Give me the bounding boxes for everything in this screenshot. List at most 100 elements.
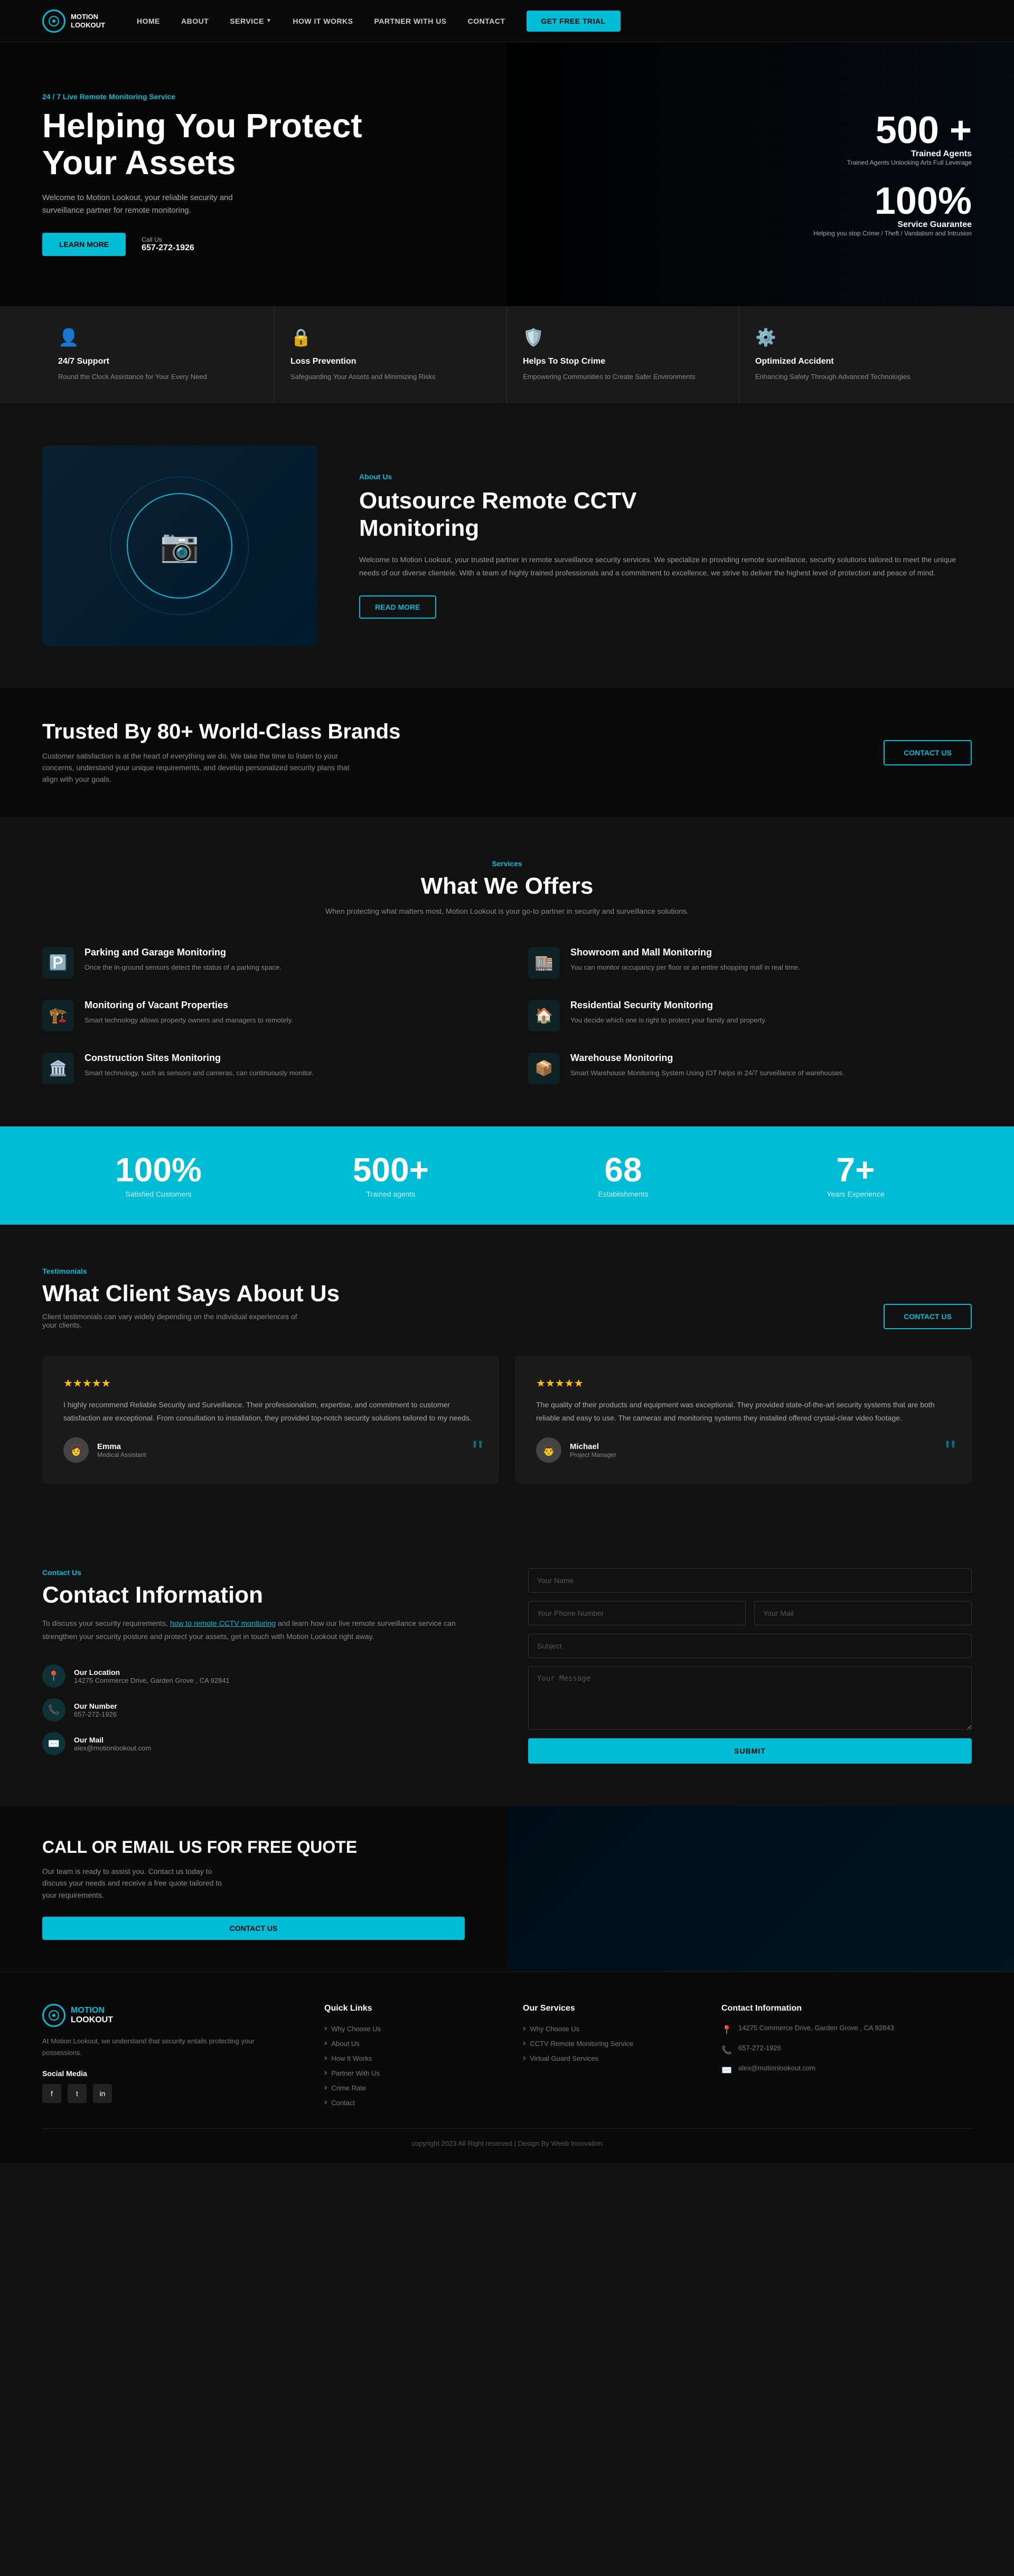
service-title: Monitoring of Vacant Properties [84, 1000, 293, 1011]
facebook-icon[interactable]: f [42, 2084, 61, 2103]
author-name: Michael [570, 1442, 616, 1451]
footer-services: Our Services Why Choose Us CCTV Remote M… [523, 2004, 690, 2107]
author-role: Project Manager [570, 1451, 616, 1459]
read-more-button[interactable]: READ MORE [359, 595, 436, 619]
nav-how-it-works[interactable]: HOW IT WORKS [293, 17, 353, 25]
cta-contact-button[interactable]: CONTACT US [42, 1917, 465, 1940]
service-title: Residential Security Monitoring [570, 1000, 766, 1011]
footer-mail: ✉️ alex@motionlookout.com [721, 2064, 972, 2076]
contact-location: 📍 Our Location 14275 Commerce Drive, Gar… [42, 1664, 486, 1688]
services-tag: Services [42, 859, 972, 868]
social-media-label: Social Media [42, 2069, 293, 2078]
feature-title: Optimized Accident [755, 357, 956, 366]
message-input[interactable] [528, 1666, 972, 1730]
stats-bar: 100% Satisfied Customers 500+ Trained ag… [0, 1126, 1014, 1225]
testimonials-section: Testimonials What Client Says About Us C… [0, 1225, 1014, 1526]
testimonials-title: What Client Says About Us [42, 1281, 340, 1307]
contact-info: Contact Us Contact Information To discus… [42, 1568, 486, 1764]
list-item: How It Works [324, 2053, 491, 2063]
testimonials-header: Testimonials What Client Says About Us C… [42, 1267, 972, 1329]
cctv-link[interactable]: how to remote CCTV monitoring [170, 1619, 276, 1627]
feature-desc: Safeguarding Your Assets and Minimizing … [290, 372, 491, 382]
service-residential: 🏠 Residential Security Monitoring You de… [528, 1000, 972, 1031]
list-item: Contact [324, 2098, 491, 2107]
nav-links: HOME ABOUT SERVICE ▼ HOW IT WORKS PARTNE… [137, 11, 972, 32]
hero-tag: 24 / 7 Live Remote Monitoring Service [42, 92, 412, 101]
contact-phone: 📞 Our Number 657-272-1926 [42, 1698, 486, 1721]
stat-trained: 500+ Trained agents [275, 1153, 507, 1198]
feature-title: Loss Prevention [290, 357, 491, 366]
stars-icon: ★★★★★ [63, 1377, 478, 1390]
phone-input[interactable] [528, 1601, 746, 1625]
contact-tag: Contact Us [42, 1568, 486, 1577]
feature-desc: Enhancing Safety Through Advanced Techno… [755, 372, 956, 382]
parking-icon: 🅿️ [42, 947, 74, 979]
nav-home[interactable]: HOME [137, 17, 160, 25]
testimonials-contact-button[interactable]: CONTACT US [884, 1304, 972, 1329]
contact-mail: ✉️ Our Mail alex@motionlookout.com [42, 1732, 486, 1755]
cta-left: CALL OR EMAIL US FOR FREE QUOTE Our team… [0, 1806, 507, 1972]
showroom-icon: 🏬 [528, 947, 560, 979]
nav-contact[interactable]: CONTACT [468, 17, 505, 25]
footer-logo: MOTION LOOKOUT [42, 2004, 293, 2027]
nav-partner[interactable]: PARTNER WITH US [374, 17, 447, 25]
service-construction: 🏛️ Construction Sites Monitoring Smart t… [42, 1053, 486, 1084]
mail-icon: ✉️ [721, 2065, 732, 2076]
mail-icon: ✉️ [42, 1732, 65, 1755]
stat-trained-agents: 500 + Trained Agents Trained Agents Unlo… [813, 111, 972, 166]
list-item: About Us [324, 2039, 491, 2048]
features-strip: 👤 24/7 Support Round the Clock Assistanc… [0, 306, 1014, 403]
learn-more-button[interactable]: LEARN MORE [42, 233, 126, 256]
name-input[interactable] [528, 1568, 972, 1593]
about-title: Outsource Remote CCTV Monitoring [359, 487, 972, 543]
get-free-trial-button[interactable]: GET FREE TRIAL [527, 11, 621, 32]
footer-contact-items: 📍 14275 Commerce Drive, Garden Grove , C… [721, 2024, 972, 2076]
testimonial-author: 👩 Emma Medical Assistant [63, 1437, 478, 1463]
feature-title: 24/7 Support [58, 357, 258, 366]
footer-logo-icon [42, 2004, 65, 2027]
feature-loss-prevention: 🔒 Loss Prevention Safeguarding Your Asse… [275, 306, 507, 403]
hero-call: Call Us 657-272-1926 [142, 236, 194, 253]
twitter-icon[interactable]: t [68, 2084, 87, 2103]
subject-input[interactable] [528, 1634, 972, 1658]
feature-title: Helps To Stop Crime [523, 357, 723, 366]
stars-icon: ★★★★★ [536, 1377, 951, 1390]
about-tag: About Us [359, 472, 972, 481]
hero-section: 24 / 7 Live Remote Monitoring Service He… [0, 42, 1014, 306]
contact-section: Contact Us Contact Information To discus… [0, 1526, 1014, 1806]
testimonial-text: The quality of their products and equipm… [536, 1398, 951, 1425]
service-desc: Smart technology allows property owners … [84, 1015, 293, 1026]
gear-icon: ⚙️ [755, 327, 956, 347]
feature-accident: ⚙️ Optimized Accident Enhancing Safety T… [739, 306, 972, 403]
footer-about: MOTION LOOKOUT At Motion Lookout, we und… [42, 2004, 293, 2107]
trusted-title: Trusted By 80+ World-Class Brands [42, 720, 400, 744]
feature-stop-crime: 🛡️ Helps To Stop Crime Empowering Commun… [507, 306, 739, 403]
trusted-desc: Customer satisfaction is at the heart of… [42, 750, 359, 785]
shield-icon: 🛡️ [523, 327, 723, 347]
trusted-left: Trusted By 80+ World-Class Brands Custom… [42, 720, 400, 785]
contact-title: Contact Information [42, 1582, 486, 1608]
instagram-icon[interactable]: in [93, 2084, 112, 2103]
location-icon: 📍 [721, 2025, 732, 2035]
form-row-phone-mail [528, 1601, 972, 1625]
service-desc: Smart Warehouse Monitoring System Using … [570, 1068, 844, 1079]
chevron-down-icon: ▼ [266, 18, 271, 24]
logo[interactable]: MOTION LOOKOUT [42, 10, 105, 33]
service-desc: Smart technology, such as sensors and ca… [84, 1068, 314, 1079]
hero-buttons: LEARN MORE Call Us 657-272-1926 [42, 233, 412, 256]
email-input[interactable] [754, 1601, 972, 1625]
testimonials-left: Testimonials What Client Says About Us C… [42, 1267, 340, 1329]
feature-desc: Empowering Communities to Create Safer E… [523, 372, 723, 382]
cta-title: CALL OR EMAIL US FOR FREE QUOTE [42, 1838, 465, 1857]
cta-desc: Our team is ready to assist you. Contact… [42, 1865, 232, 1901]
service-warehouse: 📦 Warehouse Monitoring Smart Warehouse M… [528, 1053, 972, 1084]
stat-establishments: 68 Establishments [507, 1153, 739, 1198]
nav-about[interactable]: ABOUT [181, 17, 209, 25]
trusted-contact-button[interactable]: CONTACT US [884, 740, 972, 765]
nav-service[interactable]: SERVICE ▼ [230, 17, 271, 25]
list-item: Why Choose Us [523, 2024, 690, 2033]
service-desc: Once the in-ground sensors detect the st… [84, 962, 281, 973]
submit-button[interactable]: SUBMIT [528, 1738, 972, 1764]
construction-icon: 🏛️ [42, 1053, 74, 1084]
vacant-icon: 🏗️ [42, 1000, 74, 1031]
